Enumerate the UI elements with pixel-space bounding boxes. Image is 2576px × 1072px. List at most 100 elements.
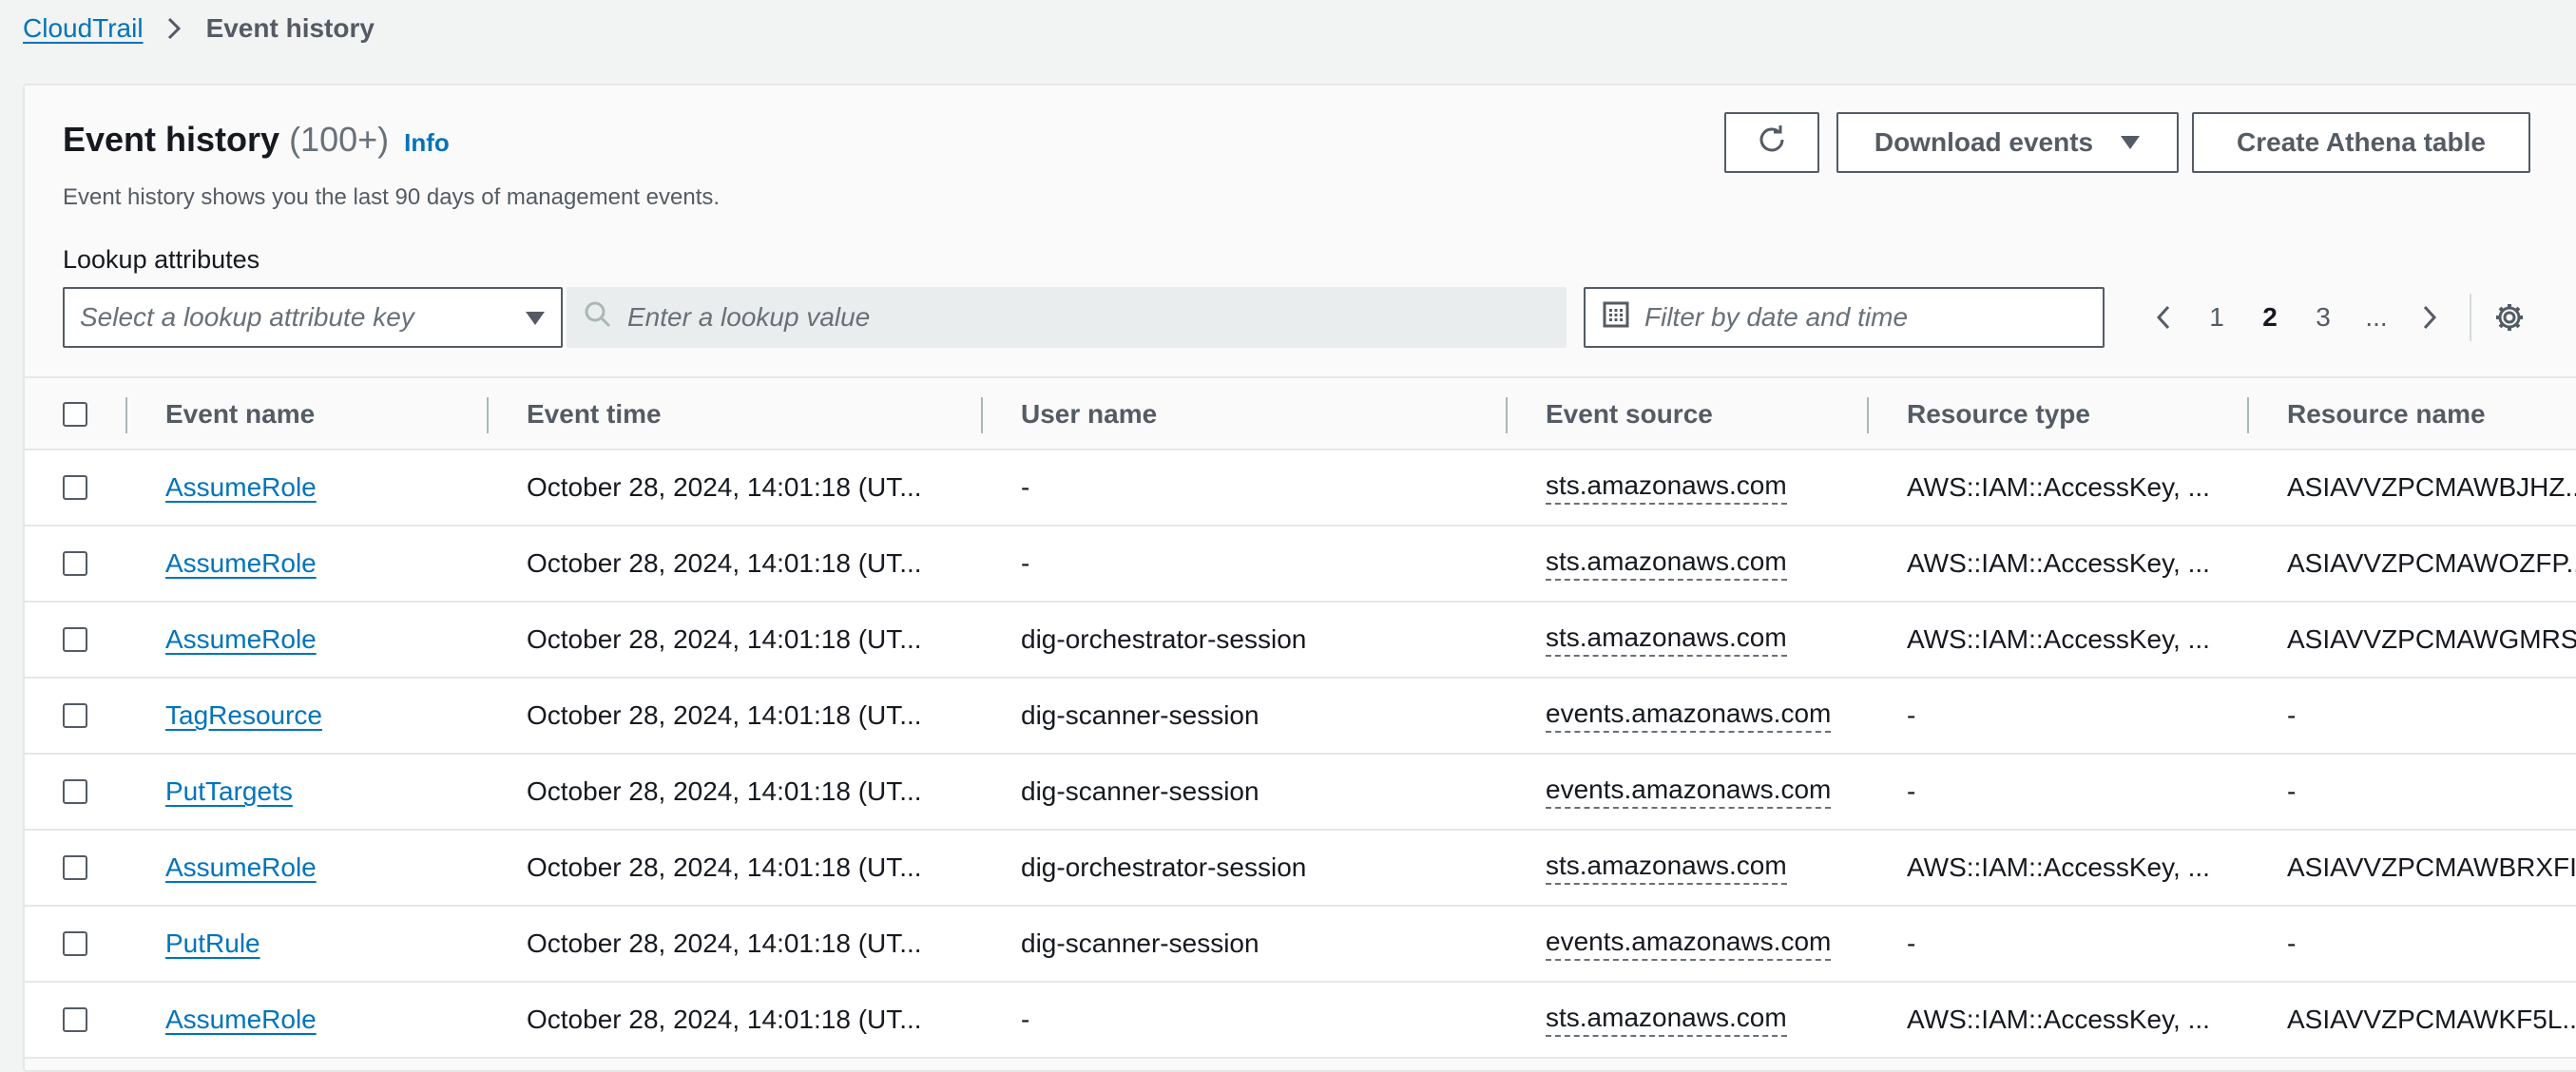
event-name-cell: AssumeRole (165, 603, 508, 677)
event-history-panel: Event history (100+) Info Event history … (23, 84, 2576, 1072)
calendar-icon (1603, 301, 1629, 335)
user-name-cell: - (1021, 472, 1030, 502)
row-checkbox[interactable] (63, 779, 87, 804)
event-name-cell: PutTargets (165, 755, 508, 829)
column-resizer[interactable] (1867, 397, 1869, 433)
event-source-value[interactable]: events.amazonaws.com (1546, 775, 1832, 809)
lookup-attribute-select[interactable]: Select a lookup attribute key (63, 287, 563, 348)
lookup-attribute-placeholder: Select a lookup attribute key (80, 302, 414, 332)
page-3[interactable]: 3 (2297, 302, 2350, 333)
row-checkbox[interactable] (63, 703, 87, 728)
events-table: Event name Event time User name Event so… (25, 376, 2576, 1059)
event-name-link[interactable]: AssumeRole (165, 1005, 317, 1035)
event-name-link[interactable]: TagResource (165, 700, 322, 731)
select-all-checkbox-cell (63, 378, 101, 450)
info-link[interactable]: Info (404, 128, 450, 158)
row-checkbox-cell (63, 526, 101, 601)
event-source-value[interactable]: sts.amazonaws.com (1546, 1003, 1787, 1037)
page-description: Event history shows you the last 90 days… (63, 184, 721, 210)
page-ellipsis: ... (2365, 302, 2388, 332)
table-row[interactable]: AssumeRole October 28, 2024, 14:01:18 (UT… (25, 603, 2576, 679)
pagination-divider (2470, 294, 2471, 341)
column-header-event-name[interactable]: Event name (165, 378, 508, 450)
row-checkbox[interactable] (63, 855, 87, 880)
user-name-cell: dig-scanner-session (1021, 700, 1259, 730)
event-source-cell: events.amazonaws.com (1546, 755, 1907, 829)
table-row[interactable]: AssumeRole October 28, 2024, 14:01:18 (UT… (25, 526, 2576, 603)
user-name-cell: dig-scanner-session (1021, 776, 1259, 806)
column-header-event-time[interactable]: Event time (527, 378, 1021, 450)
resource-type-cell: - (1907, 928, 1916, 958)
resource-name-cell: ASIAVVZPCMAWGMRS... (2287, 624, 2576, 654)
table-row[interactable]: PutTargets October 28, 2024, 14:01:18 (UT… (25, 755, 2576, 831)
table-row[interactable]: TagResource October 28, 2024, 14:01:18 (U… (25, 679, 2576, 755)
event-source-value[interactable]: sts.amazonaws.com (1546, 546, 1787, 581)
event-name-cell: AssumeRole (165, 450, 508, 525)
column-header-resource-name[interactable]: Resource name (2287, 378, 2576, 450)
event-source-value[interactable]: sts.amazonaws.com (1546, 851, 1787, 885)
row-checkbox-cell (63, 755, 101, 829)
select-all-checkbox[interactable] (63, 402, 87, 427)
event-name-link[interactable]: AssumeRole (165, 624, 317, 655)
event-time-cell: October 28, 2024, 14:01:18 (UT... (527, 776, 922, 806)
column-resizer[interactable] (1506, 397, 1508, 433)
breadcrumb-cloudtrail-link[interactable]: CloudTrail (23, 13, 144, 44)
row-checkbox[interactable] (63, 1007, 87, 1032)
event-source-cell: sts.amazonaws.com (1546, 603, 1907, 677)
event-time-cell: October 28, 2024, 14:01:18 (UT... (527, 700, 922, 730)
event-name-cell: AssumeRole (165, 983, 508, 1057)
event-name-link[interactable]: AssumeRole (165, 472, 317, 503)
column-resizer[interactable] (487, 397, 489, 433)
search-icon (584, 300, 612, 335)
column-resizer[interactable] (2247, 397, 2249, 433)
table-body: AssumeRole October 28, 2024, 14:01:18 (UT… (25, 450, 2576, 1059)
event-name-link[interactable]: AssumeRole (165, 852, 317, 883)
resource-type-cell: AWS::IAM::AccessKey, ... (1907, 852, 2210, 882)
row-checkbox[interactable] (63, 475, 87, 500)
refresh-button[interactable] (1724, 112, 1819, 173)
table-header: Event name Event time User name Event so… (25, 376, 2576, 450)
event-source-value[interactable]: sts.amazonaws.com (1546, 470, 1787, 505)
event-name-cell: PutRule (165, 907, 508, 981)
page-1[interactable]: 1 (2190, 302, 2243, 333)
column-resizer[interactable] (981, 397, 983, 433)
user-name-cell: dig-orchestrator-session (1021, 624, 1307, 654)
resource-name-cell: ASIAVVZPCMAWBRXFI... (2287, 852, 2576, 882)
page-2[interactable]: 2 (2243, 302, 2297, 333)
gear-icon[interactable] (2481, 301, 2538, 334)
event-time-cell: October 28, 2024, 14:01:18 (UT... (527, 624, 922, 654)
event-source-value[interactable]: events.amazonaws.com (1546, 699, 1832, 733)
column-header-event-source[interactable]: Event source (1546, 378, 1907, 450)
resource-name-cell: - (2287, 776, 2297, 806)
table-row[interactable]: PutRule October 28, 2024, 14:01:18 (UT...… (25, 907, 2576, 983)
download-events-button[interactable]: Download events (1836, 112, 2179, 173)
event-source-cell: events.amazonaws.com (1546, 679, 1907, 753)
breadcrumb-current: Event history (205, 13, 375, 43)
row-checkbox[interactable] (63, 551, 87, 576)
pagination: 1 2 3 ... (2137, 289, 2538, 346)
event-source-cell: sts.amazonaws.com (1546, 831, 1907, 905)
table-row[interactable]: AssumeRole October 28, 2024, 14:01:18 (UT… (25, 831, 2576, 907)
row-checkbox[interactable] (63, 931, 87, 956)
event-name-link[interactable]: AssumeRole (165, 548, 317, 579)
table-row[interactable]: AssumeRole October 28, 2024, 14:01:18 (UT… (25, 450, 2576, 526)
event-name-link[interactable]: PutRule (165, 928, 260, 959)
event-source-cell: events.amazonaws.com (1546, 907, 1907, 981)
event-source-value[interactable]: events.amazonaws.com (1546, 927, 1832, 961)
lookup-value-placeholder: Enter a lookup value (627, 302, 871, 332)
create-athena-table-button[interactable]: Create Athena table (2192, 112, 2530, 173)
event-time-cell: October 28, 2024, 14:01:18 (UT... (527, 928, 922, 958)
event-source-value[interactable]: sts.amazonaws.com (1546, 622, 1787, 657)
table-row[interactable]: AssumeRole October 28, 2024, 14:01:18 (UT… (25, 983, 2576, 1059)
event-name-cell: AssumeRole (165, 831, 508, 905)
lookup-value-input[interactable]: Enter a lookup value (567, 287, 1567, 348)
next-page-icon[interactable] (2403, 304, 2456, 331)
previous-page-icon[interactable] (2137, 304, 2190, 331)
event-name-link[interactable]: PutTargets (165, 776, 293, 807)
date-time-filter[interactable]: Filter by date and time (1584, 287, 2105, 348)
column-header-user-name[interactable]: User name (1021, 378, 1534, 450)
row-checkbox[interactable] (63, 627, 87, 652)
resource-type-cell: AWS::IAM::AccessKey, ... (1907, 548, 2210, 578)
user-name-cell: dig-orchestrator-session (1021, 852, 1307, 882)
column-header-resource-type[interactable]: Resource type (1907, 378, 2230, 450)
